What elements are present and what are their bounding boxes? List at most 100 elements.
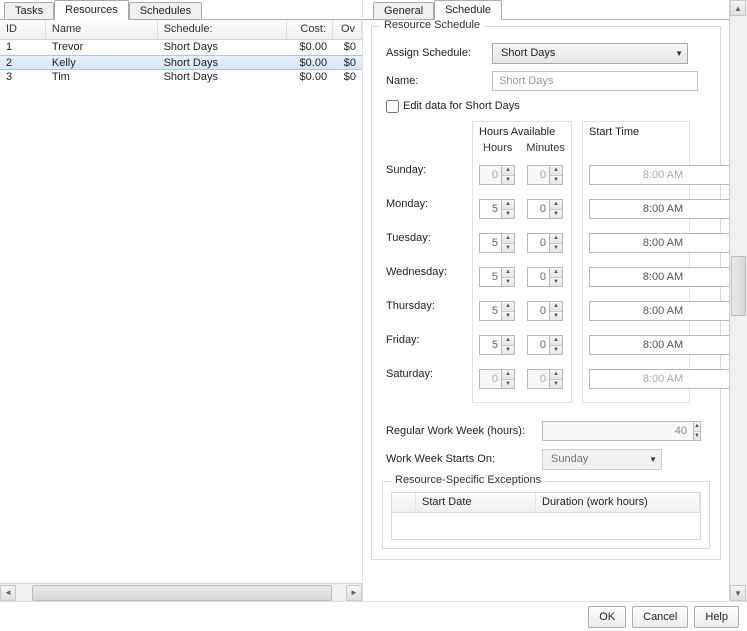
chevron-up-icon[interactable]: ▲: [550, 302, 562, 312]
start-time-spinner[interactable]: ▲▼: [589, 335, 665, 355]
hours-spinner[interactable]: ▲▼: [479, 267, 517, 287]
cancel-button[interactable]: Cancel: [632, 606, 688, 628]
hours-input[interactable]: [479, 165, 501, 185]
minutes-spinner[interactable]: ▲▼: [527, 165, 565, 185]
minutes-spinner[interactable]: ▲▼: [527, 199, 565, 219]
tab-schedules[interactable]: Schedules: [129, 2, 202, 19]
edit-data-checkbox[interactable]: [386, 100, 399, 113]
chevron-up-icon[interactable]: ▲: [502, 234, 514, 244]
chevron-up-icon[interactable]: ▲: [550, 234, 562, 244]
horizontal-scrollbar[interactable]: ◄ ►: [0, 583, 362, 601]
col-header-name[interactable]: Name: [46, 20, 158, 39]
chevron-up-icon[interactable]: ▲: [502, 370, 514, 380]
minutes-input[interactable]: [527, 267, 549, 287]
table-row[interactable]: 1TrevorShort Days$0.00$0: [0, 40, 362, 55]
start-time-spinner[interactable]: ▲▼: [589, 369, 665, 389]
start-time-input[interactable]: [589, 335, 736, 355]
regular-week-spinner[interactable]: ▲▼: [542, 421, 600, 441]
minutes-spinner[interactable]: ▲▼: [527, 233, 565, 253]
chevron-down-icon[interactable]: ▼: [550, 346, 562, 355]
table-row[interactable]: 2KellyShort Days$0.00$0: [0, 55, 362, 70]
hours-input[interactable]: [479, 335, 501, 355]
spinner-buttons[interactable]: ▲▼: [501, 165, 515, 185]
spinner-buttons[interactable]: ▲▼: [549, 165, 563, 185]
spinner-buttons[interactable]: ▲▼: [501, 199, 515, 219]
chevron-down-icon[interactable]: ▼: [502, 380, 514, 389]
vertical-scrollbar[interactable]: ▲ ▼: [729, 0, 747, 601]
minutes-spinner[interactable]: ▲▼: [527, 369, 565, 389]
hours-input[interactable]: [479, 369, 501, 389]
spinner-buttons[interactable]: ▲▼: [501, 301, 515, 321]
chevron-up-icon[interactable]: ▲: [502, 336, 514, 346]
start-time-input[interactable]: [589, 301, 736, 321]
spinner-buttons[interactable]: ▲▼: [549, 199, 563, 219]
help-button[interactable]: Help: [694, 606, 739, 628]
spinner-buttons[interactable]: ▲▼: [549, 335, 563, 355]
table-row[interactable]: 3TimShort Days$0.00$0: [0, 70, 362, 85]
spinner-buttons[interactable]: ▲▼: [501, 233, 515, 253]
chevron-down-icon[interactable]: ▼: [502, 346, 514, 355]
col-header-cost[interactable]: Cost:: [287, 20, 333, 39]
minutes-input[interactable]: [527, 335, 549, 355]
hours-input[interactable]: [479, 233, 501, 253]
scroll-right-arrow-icon[interactable]: ►: [346, 585, 362, 601]
chevron-up-icon[interactable]: ▲: [502, 166, 514, 176]
spinner-buttons[interactable]: ▲▼: [549, 369, 563, 389]
start-time-input[interactable]: [589, 369, 736, 389]
chevron-down-icon[interactable]: ▼: [550, 312, 562, 321]
tab-general[interactable]: General: [373, 2, 434, 19]
col-header-schedule[interactable]: Schedule:: [158, 20, 288, 39]
scroll-left-arrow-icon[interactable]: ◄: [0, 585, 16, 601]
chevron-down-icon[interactable]: ▼: [550, 278, 562, 287]
ok-button[interactable]: OK: [588, 606, 626, 628]
chevron-down-icon[interactable]: ▼: [502, 312, 514, 321]
start-time-input[interactable]: [589, 233, 736, 253]
start-time-spinner[interactable]: ▲▼: [589, 233, 665, 253]
chevron-up-icon[interactable]: ▲: [550, 200, 562, 210]
exceptions-col-blank[interactable]: [392, 493, 416, 512]
start-time-spinner[interactable]: ▲▼: [589, 301, 665, 321]
chevron-up-icon[interactable]: ▲: [550, 268, 562, 278]
spinner-buttons[interactable]: ▲▼: [549, 301, 563, 321]
start-time-spinner[interactable]: ▲▼: [589, 267, 665, 287]
week-starts-dropdown[interactable]: Sunday ▼: [542, 449, 662, 470]
tab-schedule[interactable]: Schedule: [434, 0, 502, 20]
chevron-up-icon[interactable]: ▲: [694, 422, 700, 432]
chevron-up-icon[interactable]: ▲: [502, 268, 514, 278]
exceptions-table[interactable]: Start Date Duration (work hours): [391, 492, 701, 540]
start-time-input[interactable]: [589, 199, 736, 219]
chevron-up-icon[interactable]: ▲: [550, 336, 562, 346]
chevron-up-icon[interactable]: ▲: [502, 302, 514, 312]
start-time-spinner[interactable]: ▲▼: [589, 199, 665, 219]
exceptions-col-start[interactable]: Start Date: [416, 493, 536, 512]
chevron-up-icon[interactable]: ▲: [550, 370, 562, 380]
scroll-thumb[interactable]: [32, 585, 332, 601]
hours-spinner[interactable]: ▲▼: [479, 335, 517, 355]
tab-resources[interactable]: Resources: [54, 0, 129, 20]
exceptions-col-duration[interactable]: Duration (work hours): [536, 493, 700, 512]
spinner-buttons[interactable]: ▲▼: [501, 335, 515, 355]
regular-week-input[interactable]: [542, 421, 693, 441]
chevron-down-icon[interactable]: ▼: [550, 244, 562, 253]
minutes-input[interactable]: [527, 165, 549, 185]
hours-spinner[interactable]: ▲▼: [479, 369, 517, 389]
hours-input[interactable]: [479, 199, 501, 219]
scroll-up-arrow-icon[interactable]: ▲: [730, 0, 746, 16]
exceptions-body[interactable]: [392, 513, 700, 539]
minutes-spinner[interactable]: ▲▼: [527, 335, 565, 355]
chevron-down-icon[interactable]: ▼: [502, 176, 514, 185]
chevron-up-icon[interactable]: ▲: [550, 166, 562, 176]
minutes-spinner[interactable]: ▲▼: [527, 301, 565, 321]
name-input[interactable]: [492, 71, 698, 91]
spinner-buttons[interactable]: ▲▼: [549, 233, 563, 253]
minutes-spinner[interactable]: ▲▼: [527, 267, 565, 287]
assign-schedule-dropdown[interactable]: Short Days ▼: [492, 43, 688, 64]
hours-spinner[interactable]: ▲▼: [479, 165, 517, 185]
spinner-buttons[interactable]: ▲▼: [549, 267, 563, 287]
col-header-id[interactable]: ID: [0, 20, 46, 39]
spinner-buttons[interactable]: ▲▼: [693, 421, 701, 441]
chevron-down-icon[interactable]: ▼: [550, 210, 562, 219]
hours-input[interactable]: [479, 301, 501, 321]
minutes-input[interactable]: [527, 233, 549, 253]
chevron-down-icon[interactable]: ▼: [694, 432, 700, 441]
